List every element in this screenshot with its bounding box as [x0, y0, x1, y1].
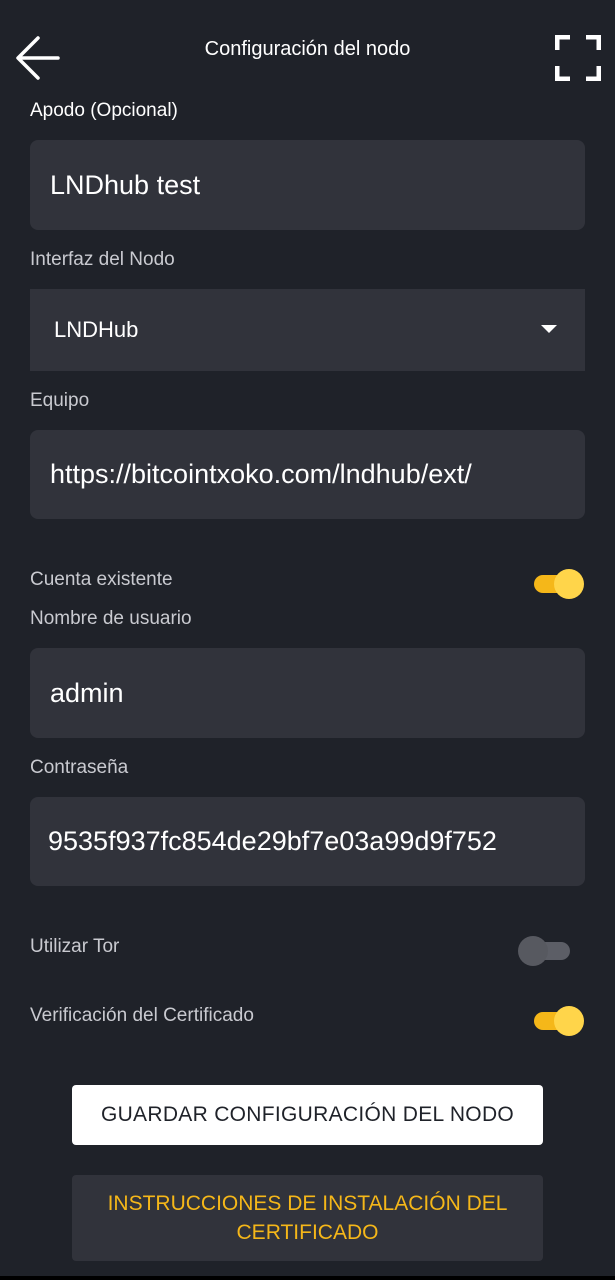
- fullscreen-button[interactable]: [554, 34, 602, 82]
- page-title: Configuración del nodo: [204, 38, 411, 60]
- tor-toggle[interactable]: [518, 935, 572, 966]
- tor-label: Utilizar Tor: [30, 936, 120, 957]
- username-input[interactable]: admin: [30, 648, 585, 738]
- toggle-knob: [554, 1006, 584, 1036]
- header: Configuración del nodo: [0, 0, 615, 100]
- cert-verification-label: Verificación del Certificado: [30, 1005, 254, 1026]
- host-label: Equipo: [30, 390, 90, 411]
- password-input[interactable]: 9535f937fc854de29bf7e03a99d9f752: [30, 797, 585, 886]
- existing-account-toggle[interactable]: [532, 568, 584, 599]
- save-node-config-button[interactable]: GUARDAR CONFIGURACIÓN DEL NODO: [72, 1085, 543, 1145]
- interface-select[interactable]: LNDHub: [30, 289, 585, 371]
- username-label: Nombre de usuario: [30, 608, 192, 629]
- interface-selected-value: LNDHub: [54, 317, 139, 342]
- password-label: Contraseña: [30, 757, 129, 778]
- toggle-knob: [554, 569, 584, 599]
- host-input[interactable]: https://bitcointxoko.com/lndhub/ext/: [30, 430, 585, 519]
- fullscreen-icon: [555, 35, 601, 81]
- nickname-label: Apodo (Opcional): [30, 100, 178, 121]
- certificate-instructions-button[interactable]: INSTRUCCIONES DE INSTALACIÓN DEL CERTIFI…: [72, 1175, 543, 1261]
- chevron-down-icon: [541, 325, 557, 333]
- toggle-knob: [518, 936, 548, 966]
- existing-account-label: Cuenta existente: [30, 569, 173, 590]
- nickname-input[interactable]: LNDhub test: [30, 140, 585, 230]
- bottom-edge: [0, 1276, 615, 1280]
- interface-label: Interfaz del Nodo: [30, 249, 175, 270]
- cert-verification-toggle[interactable]: [532, 1005, 584, 1036]
